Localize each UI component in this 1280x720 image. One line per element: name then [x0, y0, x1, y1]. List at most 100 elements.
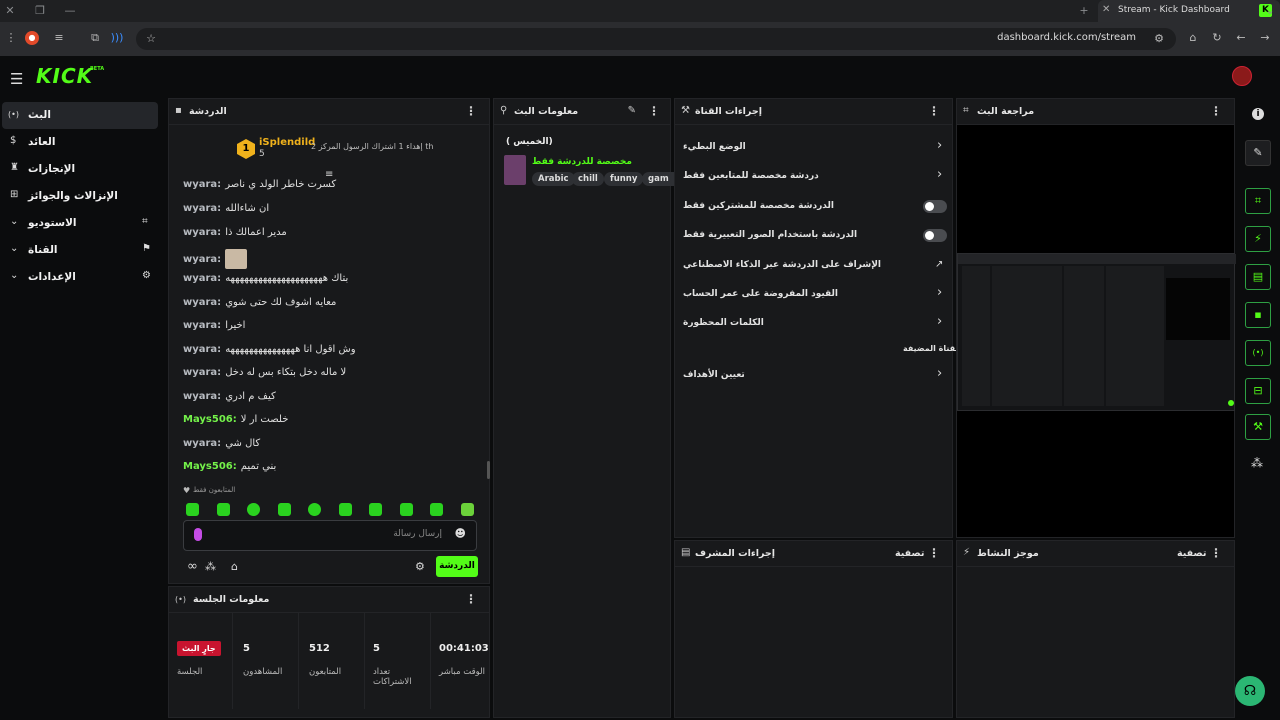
- reload-icon[interactable]: ↻: [1208, 29, 1226, 47]
- chat-rail-button[interactable]: ▪: [1245, 302, 1271, 328]
- sidebar-item-stream[interactable]: (•) البث: [2, 102, 158, 129]
- channel-actions-options-icon[interactable]: ⋮: [928, 104, 940, 118]
- chat-input[interactable]: إرسال رسالة ☻: [183, 520, 477, 551]
- sidebar-item-drops[interactable]: ⊞ الإنزالات والجوائز: [2, 183, 158, 210]
- tag-pill[interactable]: chill: [572, 172, 604, 186]
- chat-username[interactable]: wyara:: [183, 203, 221, 214]
- tag-pill[interactable]: gam: [642, 172, 675, 186]
- emote-button[interactable]: [247, 503, 260, 516]
- subscribers-only-toggle[interactable]: [923, 200, 947, 213]
- emote-button[interactable]: [461, 503, 474, 516]
- chat-username[interactable]: wyara:: [183, 320, 221, 331]
- address-bar[interactable]: ☆ dashboard.kick.com/stream ⚙: [136, 28, 1176, 50]
- notes-rail-button[interactable]: ▤: [1245, 264, 1271, 290]
- category-thumbnail[interactable]: [504, 155, 526, 185]
- chat-settings-icon[interactable]: ⚙: [415, 560, 425, 573]
- external-link-icon[interactable]: ↗: [935, 259, 943, 270]
- session-options-icon[interactable]: ⋮: [465, 592, 477, 606]
- send-chat-button[interactable]: الدردشة: [436, 556, 478, 577]
- kick-logo[interactable]: KICK: [36, 64, 93, 88]
- back-icon[interactable]: ←: [1232, 29, 1250, 47]
- chevron-right-icon[interactable]: ›: [937, 138, 942, 153]
- emote-button[interactable]: [339, 503, 352, 516]
- emoji-icon[interactable]: ☻: [455, 527, 466, 540]
- chat-username[interactable]: wyara:: [183, 297, 221, 308]
- mod-actions-filter[interactable]: تصفية: [895, 548, 924, 559]
- chat-username[interactable]: wyara:: [183, 367, 221, 378]
- help-chat-button[interactable]: ☊: [1235, 676, 1265, 706]
- chat-username[interactable]: wyara:: [183, 391, 221, 402]
- tag-pill[interactable]: Arabic: [532, 172, 575, 186]
- emote-button[interactable]: [217, 503, 230, 516]
- infinity-icon[interactable]: ∞: [187, 559, 198, 574]
- wifi-icon[interactable]: ))): [108, 29, 126, 47]
- layout-rail-button[interactable]: ⊟: [1245, 378, 1271, 404]
- emote-button[interactable]: [278, 503, 291, 516]
- tag-pill[interactable]: funny: [604, 172, 644, 186]
- info-icon[interactable]: i: [1252, 108, 1264, 120]
- chat-username[interactable]: wyara:: [183, 254, 221, 265]
- site-settings-icon[interactable]: ⚙: [1150, 30, 1168, 48]
- chat-username[interactable]: wyara:: [183, 273, 221, 284]
- screen-rail-button[interactable]: ⌗: [1245, 188, 1271, 214]
- wrench-rail-button[interactable]: ⚒: [1245, 414, 1271, 440]
- mod-actions-panel: ▤ إجراءات المشرف تصفية ⋮: [674, 540, 953, 718]
- store-icon[interactable]: ⌂: [231, 560, 238, 573]
- extension-icon[interactable]: ●: [25, 31, 39, 45]
- restore-window-icon[interactable]: ❐: [32, 3, 48, 19]
- bookmark-star-icon[interactable]: ☆: [142, 30, 160, 48]
- emote-button[interactable]: [400, 503, 413, 516]
- forward-icon[interactable]: →: [1256, 29, 1274, 47]
- stream-video[interactable]: [957, 253, 1236, 411]
- mic-icon[interactable]: [194, 528, 202, 541]
- browser-tab[interactable]: ✕ Stream - Kick Dashboard K: [1098, 0, 1280, 22]
- tab-close-icon[interactable]: ✕: [1102, 4, 1110, 15]
- mod-actions-options-icon[interactable]: ⋮: [928, 546, 940, 560]
- tab-menu-icon[interactable]: ⌄: [1262, 3, 1278, 19]
- chat-options-icon[interactable]: ⋮: [465, 104, 477, 118]
- bolt-rail-button[interactable]: ⚡: [1245, 226, 1271, 252]
- hamburger-menu-icon[interactable]: ☰: [10, 70, 23, 88]
- edit-rail-button[interactable]: ✎: [1245, 140, 1271, 166]
- emotes-only-toggle[interactable]: [923, 229, 947, 242]
- new-tab-icon[interactable]: +: [1076, 3, 1092, 19]
- users-icon[interactable]: ⁂: [205, 560, 216, 573]
- home-icon[interactable]: ⌂: [1184, 29, 1202, 47]
- user-avatar[interactable]: [1232, 66, 1252, 86]
- stream-info-options-icon[interactable]: ⋮: [648, 104, 660, 118]
- chat-username[interactable]: Mays506:: [183, 414, 237, 425]
- chat-username[interactable]: wyara:: [183, 438, 221, 449]
- emote-button[interactable]: [369, 503, 382, 516]
- minimize-window-icon[interactable]: —: [62, 3, 78, 19]
- chevron-right-icon[interactable]: ›: [937, 285, 942, 300]
- sidebar-item-studio[interactable]: ⌄ الاستوديو ⌗: [2, 210, 158, 237]
- preview-options-icon[interactable]: ⋮: [1210, 104, 1222, 118]
- activity-options-icon[interactable]: ⋮: [1210, 546, 1222, 560]
- menu-dots-icon[interactable]: ⋮: [2, 29, 20, 47]
- extensions-icon[interactable]: ⧉: [86, 29, 104, 47]
- sidebar-item-achievements[interactable]: ♜ الإنجازات: [2, 156, 158, 183]
- chat-username[interactable]: Mays506:: [183, 461, 237, 472]
- chevron-right-icon[interactable]: ›: [937, 167, 942, 182]
- bolt-icon: ⚡: [963, 547, 971, 558]
- chevron-right-icon[interactable]: ›: [937, 314, 942, 329]
- filter-icon[interactable]: ≡: [50, 29, 68, 47]
- emote-button[interactable]: [430, 503, 443, 516]
- category-name[interactable]: مخصصة للدردشة فقط: [532, 157, 632, 167]
- broadcast-rail-button[interactable]: (•): [1245, 340, 1271, 366]
- sidebar-item-channel[interactable]: ⌄ القناة ⚑: [2, 237, 158, 264]
- chat-username[interactable]: wyara:: [183, 227, 221, 238]
- connect-icon[interactable]: ⁂: [1251, 456, 1263, 470]
- edit-icon[interactable]: ✎: [628, 105, 636, 116]
- chat-username[interactable]: wyara:: [183, 344, 221, 355]
- sidebar-item-settings[interactable]: ⌄ الإعدادات ⚙: [2, 264, 158, 291]
- emote-button[interactable]: [308, 503, 321, 516]
- pinned-count: 5: [259, 149, 265, 159]
- chat-username[interactable]: wyara:: [183, 179, 221, 190]
- sidebar-item-revenue[interactable]: $ العائد: [2, 129, 158, 156]
- activity-filter[interactable]: تصفية: [1177, 548, 1206, 559]
- chevron-right-icon[interactable]: ›: [937, 366, 942, 381]
- close-window-icon[interactable]: ✕: [2, 3, 18, 19]
- chat-scrollbar[interactable]: [487, 461, 490, 479]
- emote-button[interactable]: [186, 503, 199, 516]
